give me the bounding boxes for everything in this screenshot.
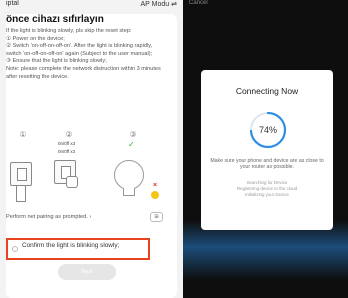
step-three-icon: ③ (129, 130, 137, 139)
cancel-link[interactable]: Cancel (189, 0, 208, 6)
pairing-prompt-link[interactable]: Perform net pairing as prompted. › (6, 214, 91, 220)
connection-steps: Searching for Device Registering device … (209, 180, 325, 197)
checkmark-icon: ✓ (128, 140, 135, 149)
proximity-hint: Make sure your phone and device are as c… (210, 158, 324, 171)
top-bar: iptal AP Modu ⇌ (0, 0, 183, 14)
progress-percent: 74% (258, 125, 277, 135)
dialog-title: Connecting Now (235, 86, 299, 96)
onoff-label-1: 0n/0ff x3 (58, 141, 76, 146)
lightbulb-icon (114, 160, 144, 190)
plug-icon (16, 186, 26, 202)
instruction-line: If the light is blinking slowly, pls ski… (6, 28, 132, 34)
connecting-dialog: Connecting Now 74% Make sure your phone … (201, 70, 333, 230)
step-one-icon: ① (19, 130, 27, 139)
cross-icon: × (153, 182, 158, 189)
next-button[interactable]: Next (58, 264, 116, 280)
confirm-label: Confirm the light is blinking slowly; (22, 242, 120, 249)
radio-icon[interactable] (12, 246, 18, 252)
step-two-icon: ② (65, 130, 73, 139)
onoff-label-2: 0n/0ff x3 (58, 149, 76, 154)
wall-switch-icon (10, 162, 32, 186)
reset-illustration: ① ② ③ 0n/0ff x3 0n/0ff x3 ✓ × (4, 130, 168, 210)
small-bulb-icon (151, 191, 159, 199)
step-item: Initializing your Device (245, 191, 289, 197)
instruction-line: ③ Ensure that the light is blinking slow… (6, 58, 107, 65)
confirm-blinking-option[interactable]: Confirm the light is blinking slowly; (6, 238, 150, 260)
instruction-line: ② Switch 'on-off-on-off-on'. After the l… (6, 43, 153, 57)
reset-guide-panel: iptal AP Modu ⇌ önce cihazı sıfırlayın I… (0, 0, 183, 298)
lightbulb-base-icon (123, 188, 135, 196)
page-title: önce cihazı sıfırlayın (6, 14, 104, 25)
instructions: If the light is blinking slowly, pls ski… (6, 28, 166, 81)
help-icon[interactable]: ⊞ (150, 212, 163, 222)
finger-icon (66, 176, 78, 188)
connecting-panel: Cancel Connecting Now 74% Make sure your… (183, 0, 348, 298)
ap-mode-switch[interactable]: AP Modu ⇌ (141, 0, 177, 8)
cancel-link[interactable]: iptal (6, 0, 19, 7)
instruction-line: Note: please complete the network distru… (6, 65, 161, 80)
